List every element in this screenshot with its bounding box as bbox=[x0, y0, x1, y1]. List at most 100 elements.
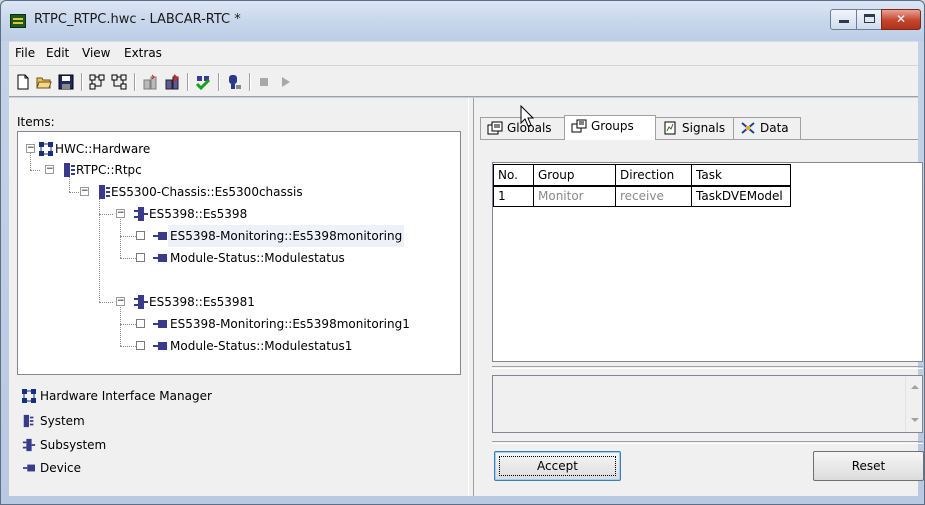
cell-group[interactable]: Monitor bbox=[533, 185, 616, 207]
main-window: RTPC_RTPC.hwc - LABCAR-RTC * ✕ File Edit… bbox=[0, 0, 925, 505]
minimize-button[interactable] bbox=[830, 9, 857, 30]
toolbar bbox=[9, 65, 918, 97]
system-icon bbox=[99, 185, 110, 199]
description-box[interactable] bbox=[492, 375, 923, 433]
tree-node-es5398[interactable]: − ES5398::Es5398 bbox=[18, 203, 458, 225]
add-system-icon[interactable] bbox=[89, 74, 105, 90]
client-area: Items: − HWC::Hardware − RTPC::Rtpc − ES… bbox=[9, 98, 924, 496]
collapse-icon[interactable]: − bbox=[116, 209, 125, 218]
toolbar-separator bbox=[249, 73, 251, 91]
menu-file[interactable]: File bbox=[15, 46, 35, 60]
add-module-icon[interactable] bbox=[164, 74, 180, 90]
cell-task[interactable]: TaskDVEModel bbox=[691, 185, 791, 207]
toolbar-separator bbox=[218, 73, 220, 91]
groups-table: No. Group Direction Task 1 Monitor recei… bbox=[493, 164, 791, 207]
collapse-icon[interactable]: − bbox=[45, 165, 54, 174]
toolbar-separator bbox=[134, 73, 136, 91]
vertical-scrollbar[interactable] bbox=[905, 376, 922, 432]
stop-icon[interactable] bbox=[257, 74, 273, 90]
check-icon[interactable] bbox=[195, 74, 211, 90]
tree-node-es5300[interactable]: − ES5300-Chassis::Es5300chassis bbox=[18, 181, 458, 203]
tab-signals[interactable]: Signals bbox=[655, 117, 734, 139]
legend: Hardware Interface Manager System Subsys… bbox=[17, 378, 461, 496]
play-icon[interactable] bbox=[278, 74, 294, 90]
title-bar[interactable]: RTPC_RTPC.hwc - LABCAR-RTC * ✕ bbox=[1, 1, 924, 41]
close-button[interactable]: ✕ bbox=[881, 9, 921, 30]
cell-no[interactable]: 1 bbox=[493, 185, 534, 207]
system-icon bbox=[64, 163, 75, 177]
globals-icon bbox=[487, 121, 503, 135]
groups-panel: No. Group Direction Task 1 Monitor recei… bbox=[480, 139, 924, 496]
separator bbox=[492, 441, 923, 444]
node-checkbox[interactable] bbox=[136, 341, 145, 350]
subsystem-icon bbox=[22, 438, 36, 452]
tree-node-label: ES5300-Chassis::Es5300chassis bbox=[111, 185, 303, 199]
tree-node-hwc[interactable]: − HWC::Hardware bbox=[18, 138, 458, 160]
add-subsystem-icon[interactable] bbox=[111, 74, 127, 90]
menu-extras[interactable]: Extras bbox=[124, 46, 162, 60]
legend-label: System bbox=[40, 414, 85, 428]
table-row[interactable]: 1 Monitor receive TaskDVEModel bbox=[493, 185, 791, 207]
column-header-no[interactable]: No. bbox=[493, 164, 534, 187]
menu-view[interactable]: View bbox=[82, 46, 110, 60]
collapse-icon[interactable]: − bbox=[26, 144, 35, 153]
maximize-icon bbox=[863, 14, 875, 23]
tree-node-label: ES5398-Monitoring::Es5398monitoring bbox=[168, 225, 405, 247]
tab-data[interactable]: Data bbox=[733, 117, 801, 139]
tree-node-module-status[interactable]: Module-Status::Modulestatus bbox=[18, 247, 458, 269]
tree-node-label: Module-Status::Modulestatus bbox=[170, 251, 345, 265]
open-folder-icon[interactable] bbox=[36, 74, 52, 90]
column-header-task[interactable]: Task bbox=[691, 164, 791, 187]
menu-edit[interactable]: Edit bbox=[46, 46, 69, 60]
device-icon bbox=[153, 254, 167, 262]
hardware-manager-icon bbox=[22, 389, 36, 403]
legend-label: Subsystem bbox=[40, 438, 107, 452]
collapse-icon[interactable]: − bbox=[80, 187, 89, 196]
add-device-icon[interactable] bbox=[142, 74, 158, 90]
mouse-cursor-icon bbox=[520, 105, 534, 127]
node-checkbox[interactable] bbox=[136, 231, 145, 240]
column-header-group[interactable]: Group bbox=[533, 164, 616, 187]
pane-splitter[interactable] bbox=[468, 98, 474, 496]
device-icon bbox=[23, 464, 35, 472]
menu-bar: File Edit View Extras bbox=[9, 41, 918, 65]
scroll-down-icon[interactable] bbox=[911, 418, 919, 422]
window-title: RTPC_RTPC.hwc - LABCAR-RTC * bbox=[34, 12, 241, 27]
scroll-up-icon[interactable] bbox=[911, 385, 919, 389]
hardware-tree[interactable]: − HWC::Hardware − RTPC::Rtpc − ES5300-Ch… bbox=[17, 131, 461, 375]
subsystem-icon bbox=[134, 295, 148, 309]
reset-button[interactable]: Reset bbox=[813, 451, 924, 481]
close-icon: ✕ bbox=[895, 12, 907, 26]
new-file-icon[interactable] bbox=[15, 74, 31, 90]
maximize-button[interactable] bbox=[856, 9, 882, 30]
groups-grid[interactable]: No. Group Direction Task 1 Monitor recei… bbox=[492, 162, 923, 362]
tab-label: Data bbox=[760, 121, 789, 135]
accept-button[interactable]: Accept bbox=[494, 451, 621, 481]
tab-label: Groups bbox=[591, 119, 634, 133]
collapse-icon[interactable]: − bbox=[116, 297, 125, 306]
node-checkbox[interactable] bbox=[136, 319, 145, 328]
tree-node-es5398-monitoring1[interactable]: ES5398-Monitoring::Es5398monitoring1 bbox=[18, 313, 458, 335]
column-header-direction[interactable]: Direction bbox=[615, 164, 692, 187]
tab-label: Signals bbox=[682, 121, 726, 135]
tree-node-label: Module-Status::Modulestatus1 bbox=[170, 339, 353, 353]
groups-icon bbox=[571, 119, 587, 133]
tree-node-rtpc[interactable]: − RTPC::Rtpc bbox=[18, 159, 458, 181]
tree-node-es5398-monitoring[interactable]: ES5398-Monitoring::Es5398monitoring bbox=[18, 225, 458, 247]
node-checkbox[interactable] bbox=[136, 253, 145, 262]
build-icon[interactable] bbox=[226, 74, 242, 90]
hardware-manager-icon bbox=[39, 142, 53, 156]
focus-rect bbox=[499, 456, 616, 476]
tab-groups[interactable]: Groups bbox=[564, 115, 656, 140]
device-icon bbox=[153, 320, 167, 328]
tree-node-label: ES5398::Es5398 bbox=[149, 207, 248, 221]
cell-direction[interactable]: receive bbox=[615, 185, 692, 207]
toolbar-separator bbox=[81, 73, 83, 91]
device-icon bbox=[153, 232, 167, 240]
app-icon bbox=[10, 14, 26, 28]
tree-node-label: HWC::Hardware bbox=[55, 142, 151, 156]
device-icon bbox=[153, 342, 167, 350]
tree-node-module-status1[interactable]: Module-Status::Modulestatus1 bbox=[18, 335, 458, 357]
tree-node-es53981[interactable]: − ES5398::Es53981 bbox=[18, 291, 458, 313]
save-icon[interactable] bbox=[58, 74, 74, 90]
